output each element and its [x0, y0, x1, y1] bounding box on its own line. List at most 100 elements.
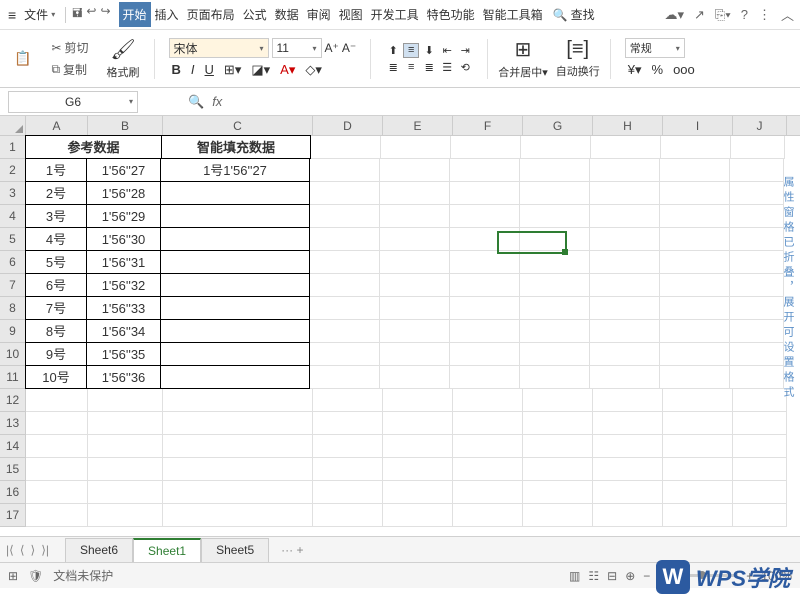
cell[interactable] — [523, 504, 593, 527]
cell[interactable] — [593, 435, 663, 458]
cell[interactable] — [313, 504, 383, 527]
cell[interactable] — [26, 458, 88, 481]
cell[interactable] — [591, 136, 661, 159]
align-left-icon[interactable]: ≣ — [385, 60, 401, 75]
cell[interactable]: 10号 — [25, 365, 87, 389]
cell[interactable] — [88, 504, 163, 527]
number-format-select[interactable]: 常规▾ — [625, 38, 685, 58]
col-header-D[interactable]: D — [313, 116, 383, 135]
cell[interactable] — [26, 504, 88, 527]
view-page-icon[interactable]: ☷ — [588, 569, 599, 583]
cell[interactable] — [453, 504, 523, 527]
cell[interactable] — [163, 389, 313, 412]
col-header-A[interactable]: A — [26, 116, 88, 135]
cell[interactable] — [590, 182, 660, 205]
cell[interactable]: 1'56''34 — [86, 319, 161, 343]
cell[interactable] — [660, 274, 730, 297]
cell[interactable] — [313, 458, 383, 481]
cell[interactable] — [450, 297, 520, 320]
collapsed-pane-label[interactable]: 属性窗格已折叠，展开可设置格式 — [782, 176, 796, 401]
cell[interactable] — [310, 366, 380, 389]
orientation-icon[interactable]: ⟲ — [457, 60, 473, 75]
cell[interactable] — [520, 274, 590, 297]
cell[interactable] — [520, 159, 590, 182]
row-header-11[interactable]: 11 — [0, 366, 25, 389]
cell[interactable] — [523, 435, 593, 458]
fx-icon[interactable]: 🔍 — [188, 94, 204, 110]
cell[interactable] — [383, 389, 453, 412]
cell[interactable] — [160, 342, 310, 366]
cell[interactable] — [88, 458, 163, 481]
cell[interactable] — [163, 458, 313, 481]
cell[interactable] — [660, 297, 730, 320]
cell[interactable] — [520, 343, 590, 366]
cell[interactable] — [453, 481, 523, 504]
row-header-6[interactable]: 6 — [0, 251, 25, 274]
cell[interactable] — [590, 320, 660, 343]
cell[interactable] — [310, 297, 380, 320]
cell[interactable] — [523, 389, 593, 412]
cell[interactable] — [590, 159, 660, 182]
cell[interactable] — [730, 228, 784, 251]
cell[interactable] — [160, 296, 310, 320]
paste-button[interactable]: 📋 — [12, 49, 33, 68]
cell[interactable]: 智能填充数据 — [161, 135, 311, 159]
tab-数据[interactable]: 数据 — [271, 2, 303, 27]
cell[interactable] — [450, 205, 520, 228]
cell[interactable] — [663, 481, 733, 504]
cell[interactable] — [593, 481, 663, 504]
cell[interactable] — [313, 389, 383, 412]
cell[interactable] — [593, 389, 663, 412]
col-header-F[interactable]: F — [453, 116, 523, 135]
clear-format-button[interactable]: ◇▾ — [302, 61, 325, 79]
cell[interactable] — [733, 481, 787, 504]
cell[interactable] — [523, 458, 593, 481]
cell[interactable]: 5号 — [25, 250, 87, 274]
comma-button[interactable]: ooo — [670, 61, 698, 79]
more-icon[interactable]: ⋮ — [758, 7, 771, 23]
app-menu-icon[interactable]: ≡ — [6, 5, 18, 25]
cell[interactable] — [450, 159, 520, 182]
cell[interactable] — [380, 274, 450, 297]
cell[interactable] — [380, 205, 450, 228]
cell[interactable] — [383, 458, 453, 481]
cell[interactable] — [380, 343, 450, 366]
cell[interactable] — [381, 136, 451, 159]
share-icon[interactable]: ↗ — [694, 7, 705, 23]
cell[interactable] — [310, 205, 380, 228]
row-header-3[interactable]: 3 — [0, 182, 25, 205]
cell[interactable] — [523, 481, 593, 504]
sheet-tab-Sheet1[interactable]: Sheet1 — [133, 538, 201, 562]
cell[interactable] — [590, 297, 660, 320]
col-header-C[interactable]: C — [163, 116, 313, 135]
align-bottom-icon[interactable]: ⬇ — [421, 43, 437, 58]
cell[interactable]: 1'56''31 — [86, 250, 161, 274]
cell[interactable]: 7号 — [25, 296, 87, 320]
cell[interactable]: 6号 — [25, 273, 87, 297]
row-header-13[interactable]: 13 — [0, 412, 25, 435]
cell[interactable]: 2号 — [25, 181, 87, 205]
search-button[interactable]: 🔍 查找 — [553, 6, 595, 23]
cell[interactable] — [451, 136, 521, 159]
align-right-icon[interactable]: ≣ — [421, 60, 437, 75]
underline-button[interactable]: U — [202, 61, 217, 79]
cell[interactable] — [590, 228, 660, 251]
cell[interactable] — [733, 389, 787, 412]
cell[interactable] — [593, 504, 663, 527]
collapse-ribbon-icon[interactable]: ︿ — [781, 5, 794, 24]
align-center-icon[interactable]: ≡ — [403, 60, 419, 75]
cell[interactable] — [380, 366, 450, 389]
cell[interactable] — [450, 320, 520, 343]
cell[interactable] — [523, 412, 593, 435]
font-size-select[interactable]: 11▾ — [272, 38, 322, 58]
cell[interactable] — [731, 136, 785, 159]
tab-视图[interactable]: 视图 — [335, 2, 367, 27]
cell[interactable] — [733, 435, 787, 458]
zoom-out-icon[interactable]: − — [643, 569, 650, 583]
cell[interactable] — [660, 159, 730, 182]
cell[interactable] — [660, 205, 730, 228]
cell[interactable] — [88, 435, 163, 458]
cell[interactable] — [590, 366, 660, 389]
row-header-12[interactable]: 12 — [0, 389, 25, 412]
reading-mode-icon[interactable]: ⊕ — [625, 569, 635, 583]
